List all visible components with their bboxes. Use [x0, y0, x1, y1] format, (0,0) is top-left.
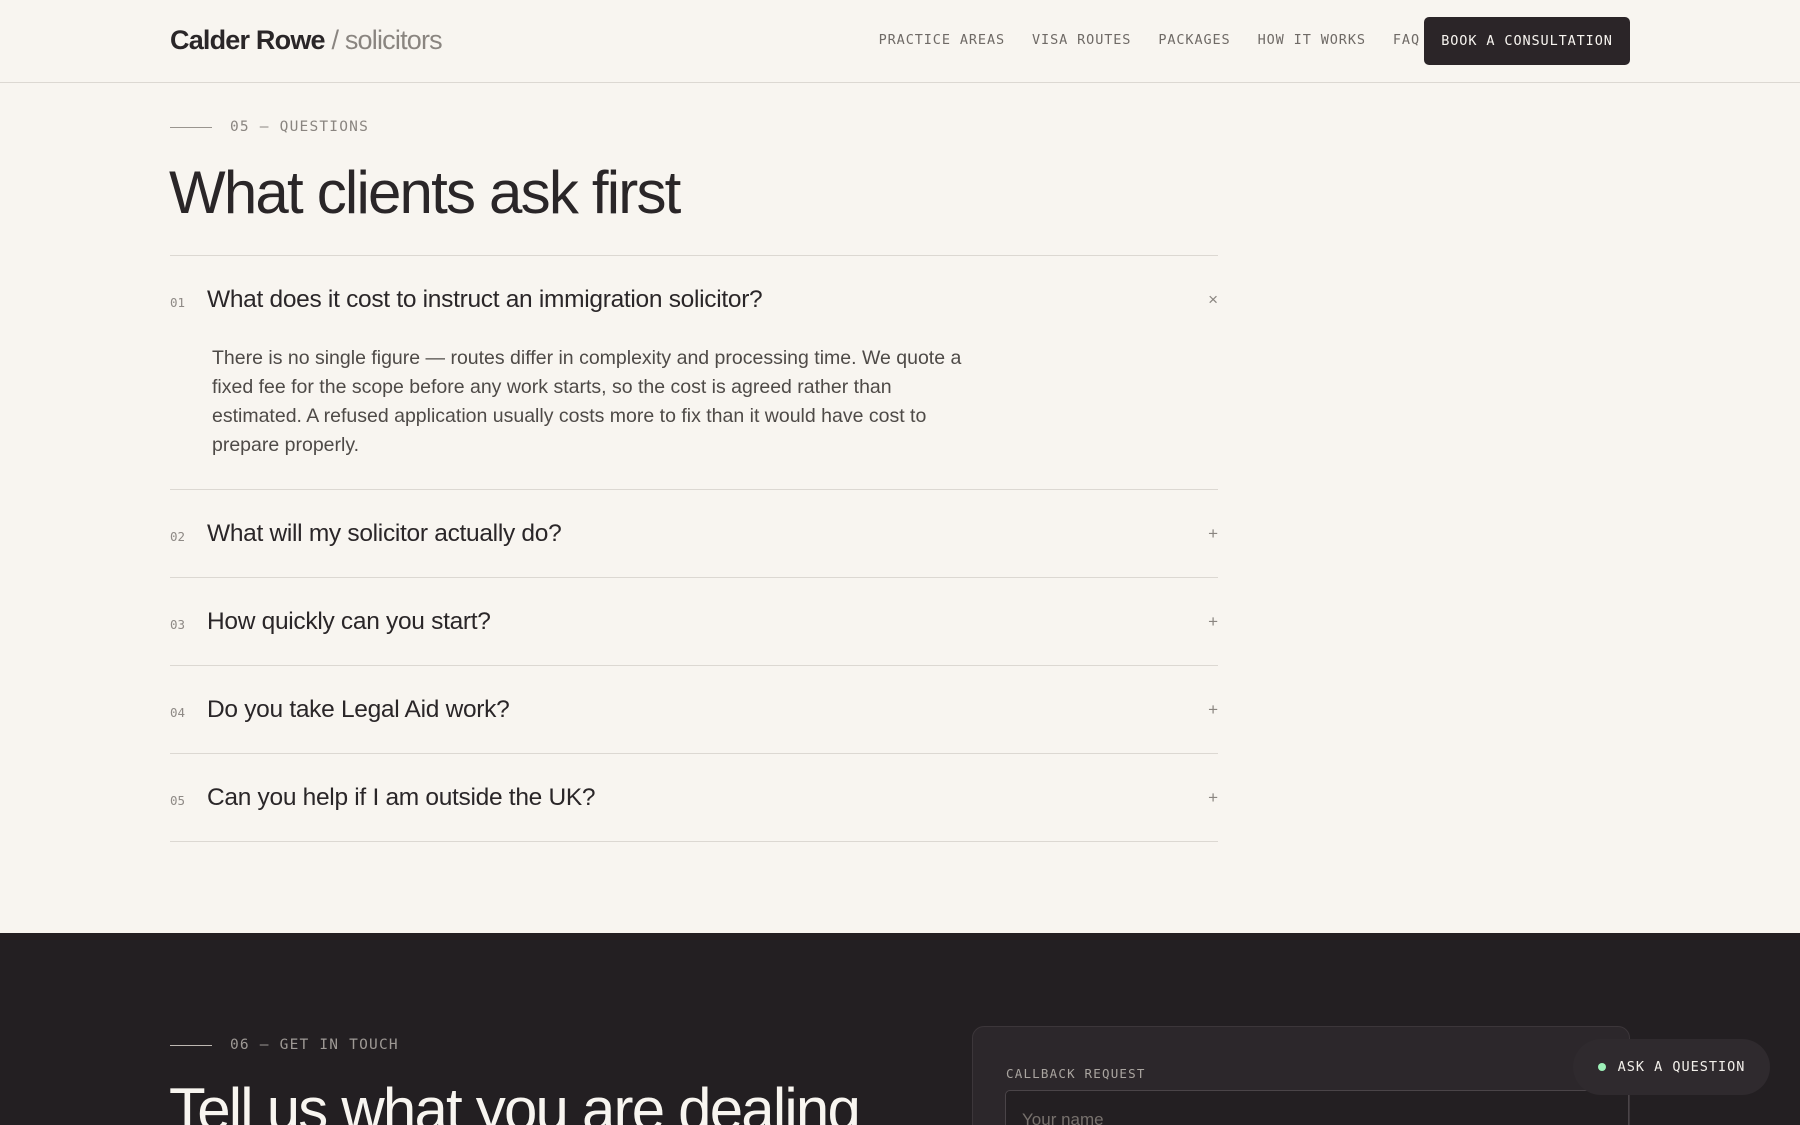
contact-eyebrow-text: 06 — GET IN TOUCH: [230, 1037, 399, 1053]
faq-list: 01 What does it cost to instruct an immi…: [170, 255, 1218, 842]
nav-faq[interactable]: FAQ: [1393, 32, 1420, 48]
plus-icon[interactable]: +: [1208, 700, 1218, 720]
plus-icon[interactable]: +: [1208, 788, 1218, 808]
contact-section: 06 — GET IN TOUCH Tell us what you are d…: [0, 933, 1800, 1125]
close-icon[interactable]: ×: [1208, 290, 1218, 310]
faq-item-3: 03 How quickly can you start? +: [170, 578, 1218, 666]
faq-item-1: 01 What does it cost to instruct an immi…: [170, 256, 1218, 490]
status-dot-icon: [1597, 1063, 1606, 1071]
faq-number: 02: [170, 528, 186, 544]
faq-number: 01: [170, 295, 186, 310]
ask-question-label: ASK A QUESTION: [1617, 1059, 1746, 1075]
faq-question-row[interactable]: 05 Can you help if I am outside the UK? …: [170, 754, 1218, 841]
faq-eyebrow-text: 05 — QUESTIONS: [230, 119, 370, 135]
nav-packages[interactable]: PACKAGES: [1158, 32, 1230, 48]
faq-question: How quickly can you start?: [207, 607, 491, 635]
nav-practice-areas[interactable]: PRACTICE AREAS: [879, 32, 1005, 48]
faq-question-row[interactable]: 04 Do you take Legal Aid work? +: [170, 666, 1218, 753]
faq-question: What does it cost to instruct an immigra…: [207, 286, 763, 313]
faq-item-4: 04 Do you take Legal Aid work? +: [170, 666, 1218, 754]
nav-how-it-works[interactable]: HOW IT WORKS: [1258, 32, 1366, 48]
main-nav: PRACTICE AREAS VISA ROUTES PACKAGES HOW …: [879, 32, 1420, 48]
plus-icon[interactable]: +: [1208, 612, 1218, 632]
faq-answer: There is no single figure — routes diffe…: [212, 347, 962, 456]
contact-title: Tell us what you are dealing: [169, 1076, 861, 1125]
faq-number: 04: [170, 704, 186, 720]
eyebrow-rule: [170, 126, 212, 128]
plus-icon[interactable]: +: [1208, 524, 1218, 544]
faq-question: Can you help if I am outside the UK?: [207, 783, 596, 811]
nav-visa-routes[interactable]: VISA ROUTES: [1032, 32, 1131, 48]
book-consultation-button[interactable]: BOOK A CONSULTATION: [1424, 17, 1630, 65]
ask-question-button[interactable]: ASK A QUESTION: [1573, 1039, 1770, 1095]
eyebrow-rule: [170, 1044, 212, 1046]
contact-eyebrow: 06 — GET IN TOUCH: [170, 1037, 399, 1053]
faq-title: What clients ask first: [169, 159, 681, 226]
site-header: Calder Rowe / solicitors PRACTICE AREAS …: [0, 0, 1800, 83]
faq-number: 03: [170, 616, 186, 632]
logo-name: Calder Rowe: [170, 25, 326, 55]
faq-item-2: 02 What will my solicitor actually do? +: [170, 490, 1218, 578]
logo-slash: /: [331, 25, 339, 55]
logo[interactable]: Calder Rowe / solicitors: [170, 25, 443, 56]
name-field[interactable]: [1005, 1090, 1629, 1125]
faq-question-row[interactable]: 01 What does it cost to instruct an immi…: [170, 256, 1218, 344]
callback-form: CALLBACK REQUEST: [972, 1026, 1630, 1125]
faq-item-5: 05 Can you help if I am outside the UK? …: [170, 754, 1218, 842]
faq-number: 05: [170, 792, 186, 808]
faq-question: Do you take Legal Aid work?: [207, 695, 510, 723]
callback-label: CALLBACK REQUEST: [1006, 1066, 1146, 1081]
faq-question-row[interactable]: 02 What will my solicitor actually do? +: [170, 490, 1218, 577]
faq-question-row[interactable]: 03 How quickly can you start? +: [170, 578, 1218, 665]
faq-question: What will my solicitor actually do?: [207, 519, 562, 547]
logo-suffix: solicitors: [344, 25, 443, 55]
faq-eyebrow: 05 — QUESTIONS: [170, 119, 369, 135]
